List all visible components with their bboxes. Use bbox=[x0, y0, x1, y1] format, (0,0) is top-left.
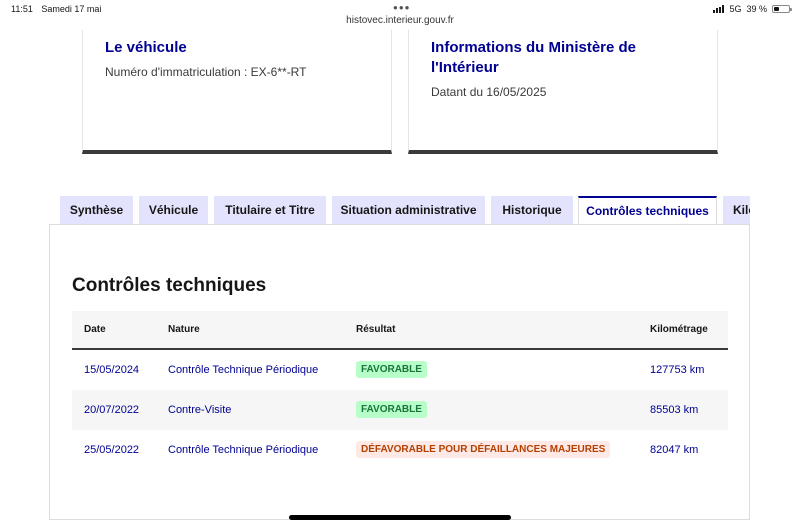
tab-situation[interactable]: Situation administrative bbox=[332, 196, 485, 224]
status-date: Samedi 17 mai bbox=[41, 4, 102, 14]
col-km: Kilométrage bbox=[650, 324, 708, 335]
col-nature: Nature bbox=[168, 324, 200, 335]
battery-icon bbox=[772, 5, 792, 13]
table-row: 25/05/2022 Contrôle Technique Périodique… bbox=[72, 430, 728, 470]
table-header: Date Nature Résultat Kilométrage bbox=[72, 311, 728, 350]
status-right: 5G 39 % bbox=[713, 4, 792, 14]
col-result: Résultat bbox=[356, 324, 396, 335]
row-km: 127753 km bbox=[650, 364, 705, 376]
vehicle-card: Le véhicule Numéro d'immatriculation : E… bbox=[82, 30, 392, 154]
row-nature: Contrôle Technique Périodique bbox=[168, 444, 319, 456]
status-bar: 11:51 Samedi 17 mai ●●● histovec.interie… bbox=[0, 0, 800, 30]
status-left: 11:51 Samedi 17 mai bbox=[11, 4, 107, 14]
row-date: 25/05/2022 bbox=[84, 444, 140, 456]
tab-titulaire[interactable]: Titulaire et Titre bbox=[214, 196, 326, 224]
table-row: 20/07/2022 Contre-Visite FAVORABLE 85503… bbox=[72, 390, 728, 430]
address-url[interactable]: histovec.interieur.gouv.fr bbox=[0, 15, 800, 26]
status-badge: DÉFAVORABLE POUR DÉFAILLANCES MAJEURES bbox=[356, 441, 611, 458]
row-km: 82047 km bbox=[650, 444, 699, 456]
ministry-date: Datant du 16/05/2025 bbox=[431, 85, 547, 99]
table-row: 15/05/2024 Contrôle Technique Périodique… bbox=[72, 350, 728, 390]
network-type: 5G bbox=[729, 4, 742, 14]
status-time: 11:51 bbox=[11, 4, 33, 14]
ministry-card-title: Informations du Ministère de l'Intérieur bbox=[431, 39, 637, 76]
status-badge: FAVORABLE bbox=[356, 361, 427, 378]
tab-synthese[interactable]: Synthèse bbox=[60, 196, 133, 224]
battery-percent: 39 % bbox=[746, 4, 767, 14]
row-km: 85503 km bbox=[650, 404, 699, 416]
tab-historique[interactable]: Historique bbox=[491, 196, 573, 224]
ministry-card: Informations du Ministère de l'Intérieur… bbox=[408, 30, 718, 154]
vehicle-card-title: Le véhicule bbox=[105, 39, 187, 56]
tab-kilometrage[interactable]: Kilométrage bbox=[723, 196, 750, 224]
signal-icon bbox=[713, 5, 725, 13]
tab-bar: Synthèse Véhicule Titulaire et Titre Sit… bbox=[60, 196, 750, 224]
status-badge: FAVORABLE bbox=[356, 401, 427, 418]
home-indicator[interactable] bbox=[289, 515, 511, 520]
more-dots-icon[interactable]: ●●● bbox=[393, 3, 411, 12]
row-date: 15/05/2024 bbox=[84, 364, 140, 376]
row-nature: Contre-Visite bbox=[168, 404, 232, 416]
plate-number: Numéro d'immatriculation : EX-6**-RT bbox=[105, 65, 307, 79]
section-title: Contrôles techniques bbox=[72, 275, 267, 296]
row-date: 20/07/2022 bbox=[84, 404, 140, 416]
tab-vehicule[interactable]: Véhicule bbox=[139, 196, 208, 224]
tab-panel: Contrôles techniques Date Nature Résulta… bbox=[49, 224, 750, 520]
row-nature: Contrôle Technique Périodique bbox=[168, 364, 319, 376]
tab-controles[interactable]: Contrôles techniques bbox=[578, 196, 717, 224]
col-date: Date bbox=[84, 324, 106, 335]
battery-fill bbox=[774, 7, 779, 11]
